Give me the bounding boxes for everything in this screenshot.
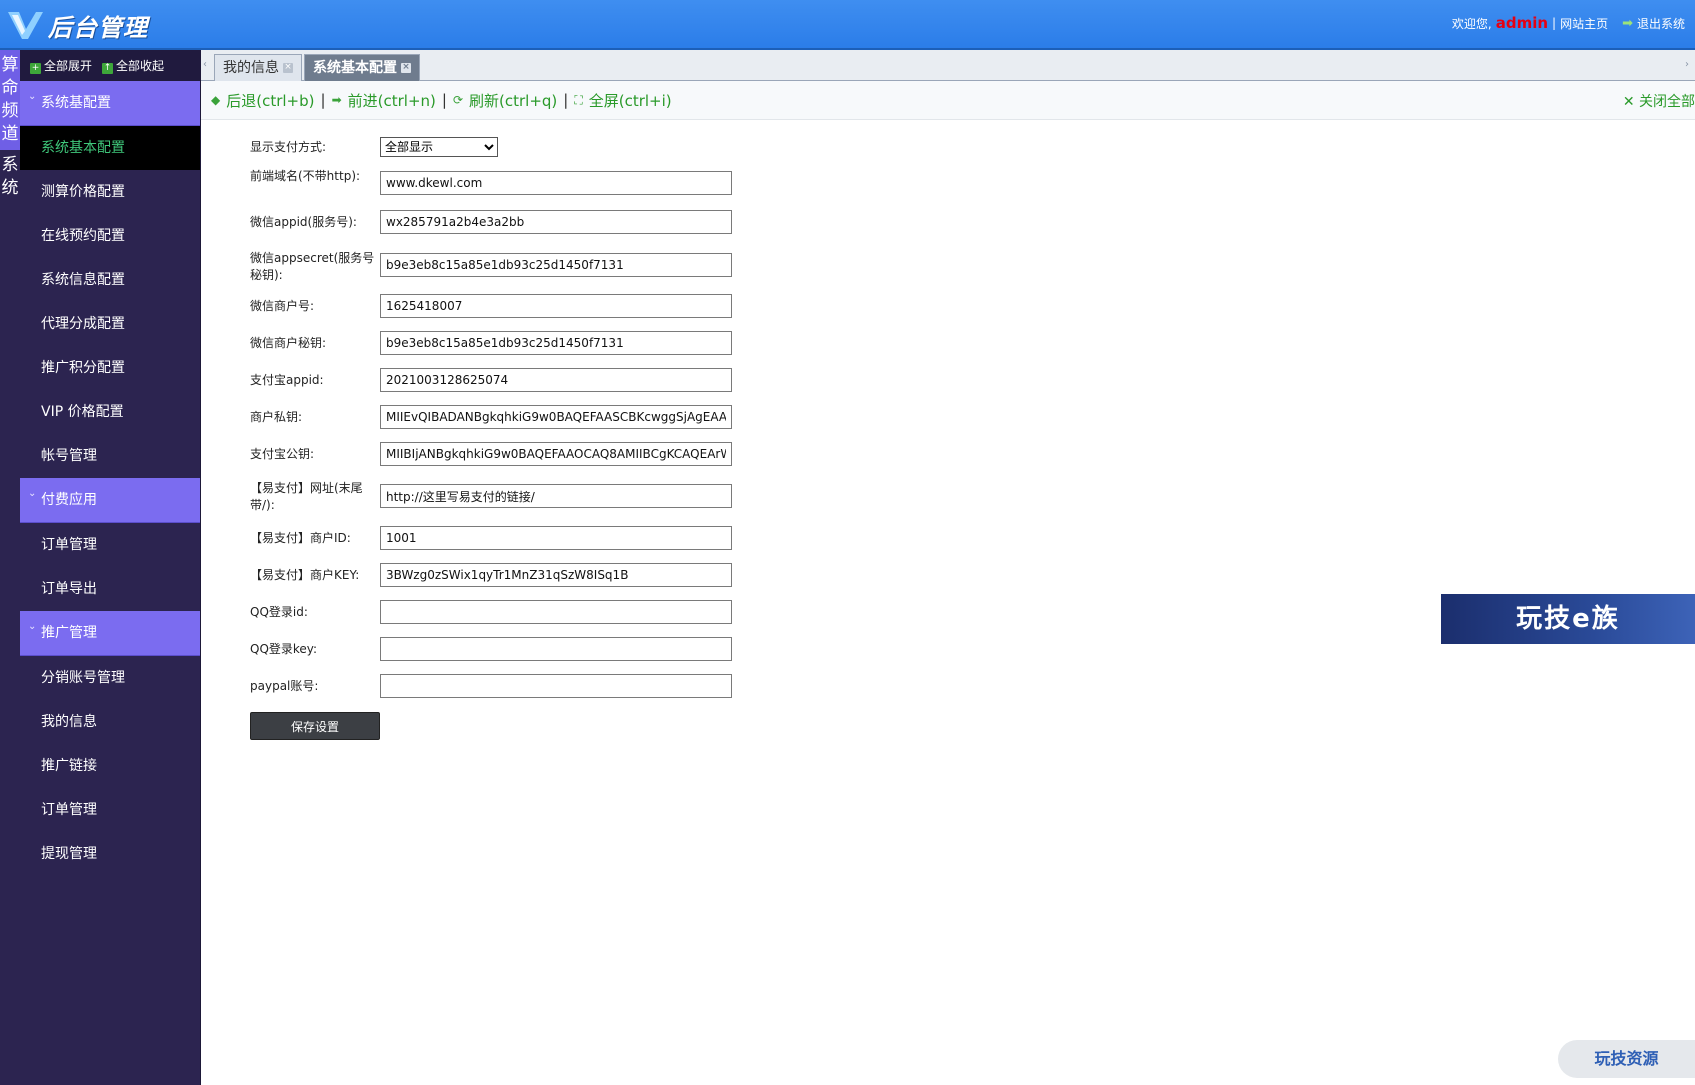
chevron-down-icon: ⌄ [28, 488, 37, 499]
site-home-link[interactable]: 网站主页 [1560, 15, 1608, 32]
refresh-button[interactable]: 刷新(ctrl+q) [469, 90, 557, 111]
field-label: QQ登录key: [250, 642, 318, 656]
watermark-badge: 玩技资源 [1558, 1040, 1695, 1078]
field-label: QQ登录id: [250, 605, 308, 619]
field-label: 支付宝公钥: [250, 447, 315, 461]
close-all-button[interactable]: ✕ 关闭全部 [1623, 91, 1695, 111]
ad-banner[interactable]: 玩技e族 [1441, 594, 1695, 644]
alipay-public-key-input[interactable] [380, 442, 732, 466]
app-title: 后台管理 [48, 13, 148, 42]
field-label: 微信appid(服务号): [250, 215, 357, 229]
sidebar-item-points-config[interactable]: 推广积分配置 [20, 346, 200, 390]
top-header: 后台管理 欢迎您, admin | 网站主页 ➡ 退出系统 [0, 0, 1695, 50]
sidebar-item-agent-share-config[interactable]: 代理分成配置 [20, 302, 200, 346]
sidebar-item-withdrawals[interactable]: 提现管理 [20, 832, 200, 876]
sidebar-item-system-basic-config[interactable]: 系统基本配置 [20, 126, 200, 170]
sidebar-group-paid-apps[interactable]: ⌄ 付费应用 [20, 478, 200, 523]
wechat-mchid-input[interactable] [380, 294, 732, 318]
epay-merchant-id-input[interactable] [380, 526, 732, 550]
tab-bar: ‹ 我的信息 × 系统基本配置 × › [201, 50, 1695, 81]
sidebar-group-system-config[interactable]: ⌄ 系统基配置 [20, 81, 200, 126]
field-label: paypal账号: [250, 679, 319, 693]
module-fortune-channel[interactable]: 算命频道 [0, 50, 20, 150]
merchant-private-key-input[interactable] [380, 405, 732, 429]
field-label: 微信appsecret(服务号秘钥): [250, 251, 375, 282]
sidebar-group-promotion[interactable]: ⌄ 推广管理 [20, 611, 200, 656]
chevron-down-icon: ⌄ [28, 91, 37, 102]
tab-scroll-left-icon[interactable]: ‹ [203, 56, 211, 74]
module-system[interactable]: 系统 [0, 150, 20, 204]
sidebar-item-promo-link[interactable]: 推广链接 [20, 744, 200, 788]
expand-all-button[interactable]: + 全部展开 [30, 57, 92, 74]
wechat-mchkey-input[interactable] [380, 331, 732, 355]
collapse-all-button[interactable]: ↑ 全部收起 [102, 57, 164, 74]
sidebar-item-order-export[interactable]: 订单导出 [20, 567, 200, 611]
sidebar-item-orders[interactable]: 订单管理 [20, 523, 200, 567]
sidebar-item-distributor-accounts[interactable]: 分销账号管理 [20, 656, 200, 700]
collapse-icon: ↑ [102, 63, 114, 74]
back-arrow-icon: ◆ [211, 93, 221, 107]
wechat-appsecret-input[interactable] [380, 253, 732, 277]
tab-my-info[interactable]: 我的信息 × [214, 54, 302, 81]
chevron-down-icon: ⌄ [28, 621, 37, 632]
fullscreen-button[interactable]: 全屏(ctrl+i) [589, 90, 672, 111]
alipay-appid-input[interactable] [380, 368, 732, 392]
sidebar-item-account-management[interactable]: 帐号管理 [20, 434, 200, 478]
sidebar-tools: + 全部展开 ↑ 全部收起 [20, 50, 200, 81]
refresh-icon: ⟳ [452, 93, 463, 107]
field-label: 前端域名(不带http): [250, 169, 361, 183]
forward-arrow-icon: ➡ [331, 93, 342, 107]
sidebar-item-promo-orders[interactable]: 订单管理 [20, 788, 200, 832]
app-logo: 后台管理 [6, 8, 148, 42]
logout-arrow-icon: ➡ [1622, 15, 1633, 31]
logout-link[interactable]: 退出系统 [1637, 15, 1685, 32]
logo-v-icon [6, 9, 44, 41]
field-label: 商户私钥: [250, 410, 303, 424]
field-label: 【易支付】商户KEY: [250, 568, 360, 582]
epay-key-input[interactable] [380, 563, 732, 587]
field-label: 支付宝appid: [250, 373, 324, 387]
module-strip: 算命频道 系统 [0, 50, 20, 1085]
nav-toolbar: ◆ 后退(ctrl+b) | ➡ 前进(ctrl+n) | ⟳ 刷新(ctrl+… [201, 81, 1695, 120]
sidebar: + 全部展开 ↑ 全部收起 ⌄ 系统基配置 系统基本配置 测算价格配置 在线预约配置… [20, 50, 201, 1085]
pay-display-select[interactable]: 全部显示 [380, 137, 498, 157]
back-button[interactable]: 后退(ctrl+b) [226, 90, 314, 111]
field-label: 【易支付】商户ID: [250, 531, 351, 545]
username: admin [1495, 14, 1549, 32]
sidebar-item-vip-price-config[interactable]: VIP 价格配置 [20, 390, 200, 434]
field-label: 微信商户秘钥: [250, 336, 327, 350]
sidebar-item-price-config[interactable]: 测算价格配置 [20, 170, 200, 214]
sidebar-item-info-config[interactable]: 系统信息配置 [20, 258, 200, 302]
paypal-account-input[interactable] [380, 674, 732, 698]
tab-scroll-right-icon[interactable]: › [1685, 56, 1693, 74]
epay-url-input[interactable] [380, 484, 732, 508]
domain-input[interactable] [380, 171, 732, 195]
qq-login-id-input[interactable] [380, 600, 732, 624]
wechat-appid-input[interactable] [380, 210, 732, 234]
forward-button[interactable]: 前进(ctrl+n) [348, 90, 436, 111]
save-settings-button[interactable]: 保存设置 [250, 712, 380, 740]
field-label: 【易支付】网址(末尾带/): [250, 481, 363, 512]
field-label: 微信商户号: [250, 299, 315, 313]
close-icon: ✕ [1622, 94, 1639, 110]
welcome-text: 欢迎您, [1451, 16, 1492, 31]
fullscreen-icon: ⛶ [574, 92, 583, 107]
qq-login-key-input[interactable] [380, 637, 732, 661]
expand-icon: + [30, 63, 41, 74]
sidebar-item-booking-config[interactable]: 在线预约配置 [20, 214, 200, 258]
sidebar-item-my-info[interactable]: 我的信息 [20, 700, 200, 744]
close-icon[interactable]: × [283, 63, 293, 73]
header-user-area: 欢迎您, admin | 网站主页 ➡ 退出系统 [1451, 14, 1685, 32]
close-icon[interactable]: × [401, 63, 411, 73]
field-label: 显示支付方式: [250, 140, 327, 154]
tab-system-basic-config[interactable]: 系统基本配置 × [304, 54, 420, 81]
